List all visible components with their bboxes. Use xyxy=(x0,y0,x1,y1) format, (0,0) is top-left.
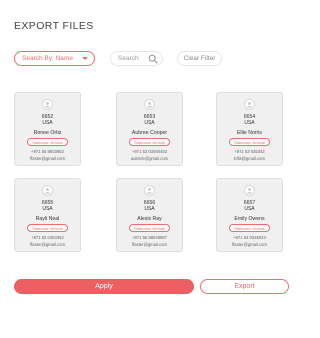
card-name: Rayli Neal xyxy=(35,216,60,222)
export-button[interactable]: Export xyxy=(200,279,289,294)
card-name: Aubree Cooper xyxy=(131,130,168,136)
card-name: Ellie Norris xyxy=(236,130,263,136)
search-by-dropdown[interactable]: Search By: Name xyxy=(14,51,95,66)
card-phone: +971 53 0345043 xyxy=(233,235,266,240)
vehicle-badge: Staircase Vehicle xyxy=(129,224,170,232)
vehicle-badge: Staircase Vehicle xyxy=(27,138,68,146)
page-title: EXPORT FILES xyxy=(14,20,94,32)
card-phone: +971 53 03480453 xyxy=(131,149,168,154)
card-phone: +971 56 86049987 xyxy=(131,235,168,240)
file-card[interactable]: 6653 USA Aubree Cooper Staircase Vehicle… xyxy=(116,92,183,166)
file-card[interactable]: 6654 USA Ellie Norris Staircase Vehicle … xyxy=(216,92,283,166)
export-files-page: EXPORT FILES Search By: Name Clear Filte… xyxy=(0,0,300,338)
user-icon xyxy=(144,99,155,110)
vehicle-badge: Staircase Vehicle xyxy=(229,138,270,146)
user-icon xyxy=(244,185,255,196)
card-email: ffaster@gmail.com xyxy=(232,242,267,247)
chevron-down-icon xyxy=(82,57,88,60)
card-phone: +971 53 035342 xyxy=(234,149,265,154)
card-name: Renee Ortiz xyxy=(33,130,62,136)
vehicle-badge: Staircase Vehicle xyxy=(27,224,68,232)
vehicle-badge: Staircase Vehicle xyxy=(129,138,170,146)
search-input[interactable] xyxy=(118,55,152,62)
card-country: USA xyxy=(144,120,155,126)
search-box[interactable] xyxy=(110,51,163,66)
card-name: Alexis Ray xyxy=(137,216,162,222)
card-email: Ellis@gmail.com xyxy=(233,156,265,161)
file-card[interactable]: 6657 USA Emily Owens Staircase Vehicle +… xyxy=(216,178,283,252)
file-card[interactable]: 6652 USA Renee Ortiz Staircase Vehicle +… xyxy=(14,92,81,166)
user-icon xyxy=(144,185,155,196)
apply-button[interactable]: Apply xyxy=(14,279,194,294)
card-email: ffaster@gmail.com xyxy=(30,242,65,247)
user-icon xyxy=(42,99,53,110)
card-country: USA xyxy=(144,206,155,212)
user-icon xyxy=(42,185,53,196)
user-icon xyxy=(244,99,255,110)
card-phone: +971 55 8903883 xyxy=(31,149,64,154)
search-icon[interactable] xyxy=(148,54,158,64)
card-name: Emily Owens xyxy=(234,216,265,222)
card-email: ffaster@gmail.com xyxy=(132,242,167,247)
file-card[interactable]: 6655 USA Rayli Neal Staircase Vehicle +9… xyxy=(14,178,81,252)
clear-filter-button[interactable]: Clear Filter xyxy=(177,51,222,66)
card-country: USA xyxy=(244,120,255,126)
card-phone: +971 53 0353352 xyxy=(31,235,64,240)
file-card[interactable]: 6656 USA Alexis Ray Staircase Vehicle +9… xyxy=(116,178,183,252)
card-country: USA xyxy=(42,120,53,126)
card-email: aubrele@gmail.com xyxy=(130,156,169,161)
card-country: USA xyxy=(42,206,53,212)
card-email: ffaster@gmail.com xyxy=(30,156,65,161)
search-by-label: Search By: Name xyxy=(22,55,73,62)
card-country: USA xyxy=(244,206,255,212)
vehicle-badge: Staircase Vehicle xyxy=(229,224,270,232)
